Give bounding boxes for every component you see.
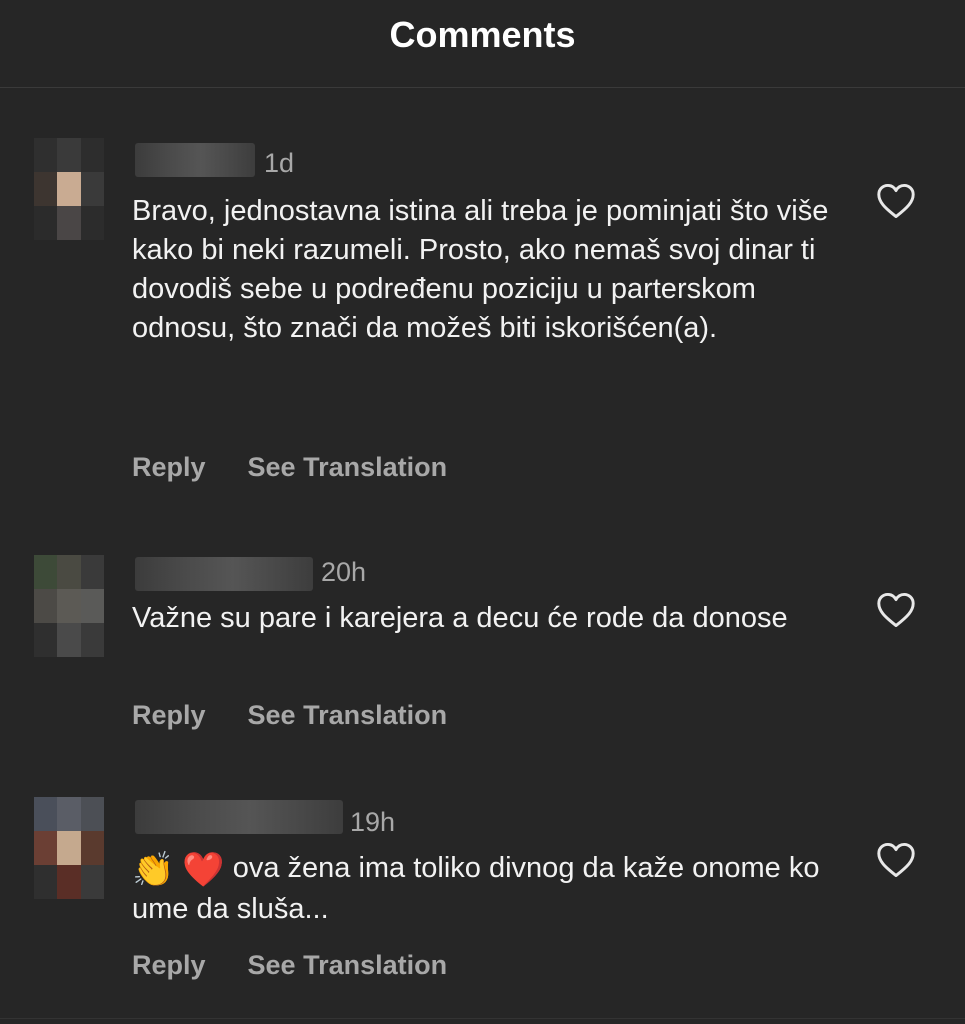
comment-actions: Reply See Translation <box>132 950 447 981</box>
avatar-pixel <box>34 555 58 589</box>
avatar-pixel <box>80 206 104 240</box>
avatar-pixel <box>57 589 81 623</box>
comment-text: 👏 ❤️ ova žena ima toliko divnog da kaže on… <box>132 849 832 929</box>
avatar[interactable] <box>34 555 104 657</box>
avatar-pixel <box>57 172 81 206</box>
avatar-pixel <box>57 831 81 865</box>
avatar-pixel <box>57 555 81 589</box>
avatar-pixel <box>34 831 58 865</box>
username-blurred[interactable] <box>135 557 313 591</box>
avatar-pixel <box>80 797 104 831</box>
avatar-pixel <box>57 865 81 899</box>
avatar-pixel <box>57 206 81 240</box>
see-translation-button[interactable]: See Translation <box>248 700 448 731</box>
page-title: Comments <box>389 14 576 55</box>
avatar-pixel <box>34 589 58 623</box>
see-translation-button[interactable]: See Translation <box>248 452 448 483</box>
red-heart-icon: ❤️ <box>182 851 225 889</box>
comment-actions: Reply See Translation <box>132 452 447 483</box>
avatar-pixel <box>57 797 81 831</box>
avatar-pixel <box>80 589 104 623</box>
comments-header: Comments <box>0 0 965 88</box>
avatar-pixel <box>80 865 104 899</box>
reply-button[interactable]: Reply <box>132 452 206 483</box>
avatar-pixel <box>80 623 104 657</box>
avatar-pixel <box>57 138 81 172</box>
avatar-pixel <box>34 172 58 206</box>
avatar-pixel <box>34 865 58 899</box>
avatar-pixel <box>80 555 104 589</box>
comment-text-body: ova žena ima toliko divnog da kaže onome… <box>132 852 820 925</box>
like-heart-icon[interactable] <box>876 592 916 628</box>
comment-timestamp: 1d <box>264 148 295 178</box>
comment-timestamp: 19h <box>350 807 396 837</box>
see-translation-button[interactable]: See Translation <box>248 950 448 981</box>
like-heart-icon[interactable] <box>876 183 916 219</box>
avatar-pixel <box>80 172 104 206</box>
comment-text: Bravo, jednostavna istina ali treba je p… <box>132 195 829 344</box>
reply-button[interactable]: Reply <box>132 700 206 731</box>
avatar-pixel <box>57 623 81 657</box>
comment-timestamp: 20h <box>321 557 367 587</box>
clapping-hands-icon: 👏 <box>132 851 175 889</box>
avatar-pixel <box>34 797 58 831</box>
username-blurred[interactable] <box>135 143 255 177</box>
comment-actions: Reply See Translation <box>132 700 447 731</box>
reply-button[interactable]: Reply <box>132 950 206 981</box>
avatar-pixel <box>80 138 104 172</box>
like-heart-icon[interactable] <box>876 842 916 878</box>
divider <box>0 1018 965 1019</box>
username-blurred[interactable] <box>135 800 343 834</box>
avatar-pixel <box>34 206 58 240</box>
avatar-pixel <box>34 138 58 172</box>
comment-text: Važne su pare i karejera a decu će rode … <box>132 602 788 634</box>
avatar-pixel <box>34 623 58 657</box>
avatar-pixel <box>80 831 104 865</box>
avatar[interactable] <box>34 797 104 899</box>
avatar[interactable] <box>34 138 104 240</box>
